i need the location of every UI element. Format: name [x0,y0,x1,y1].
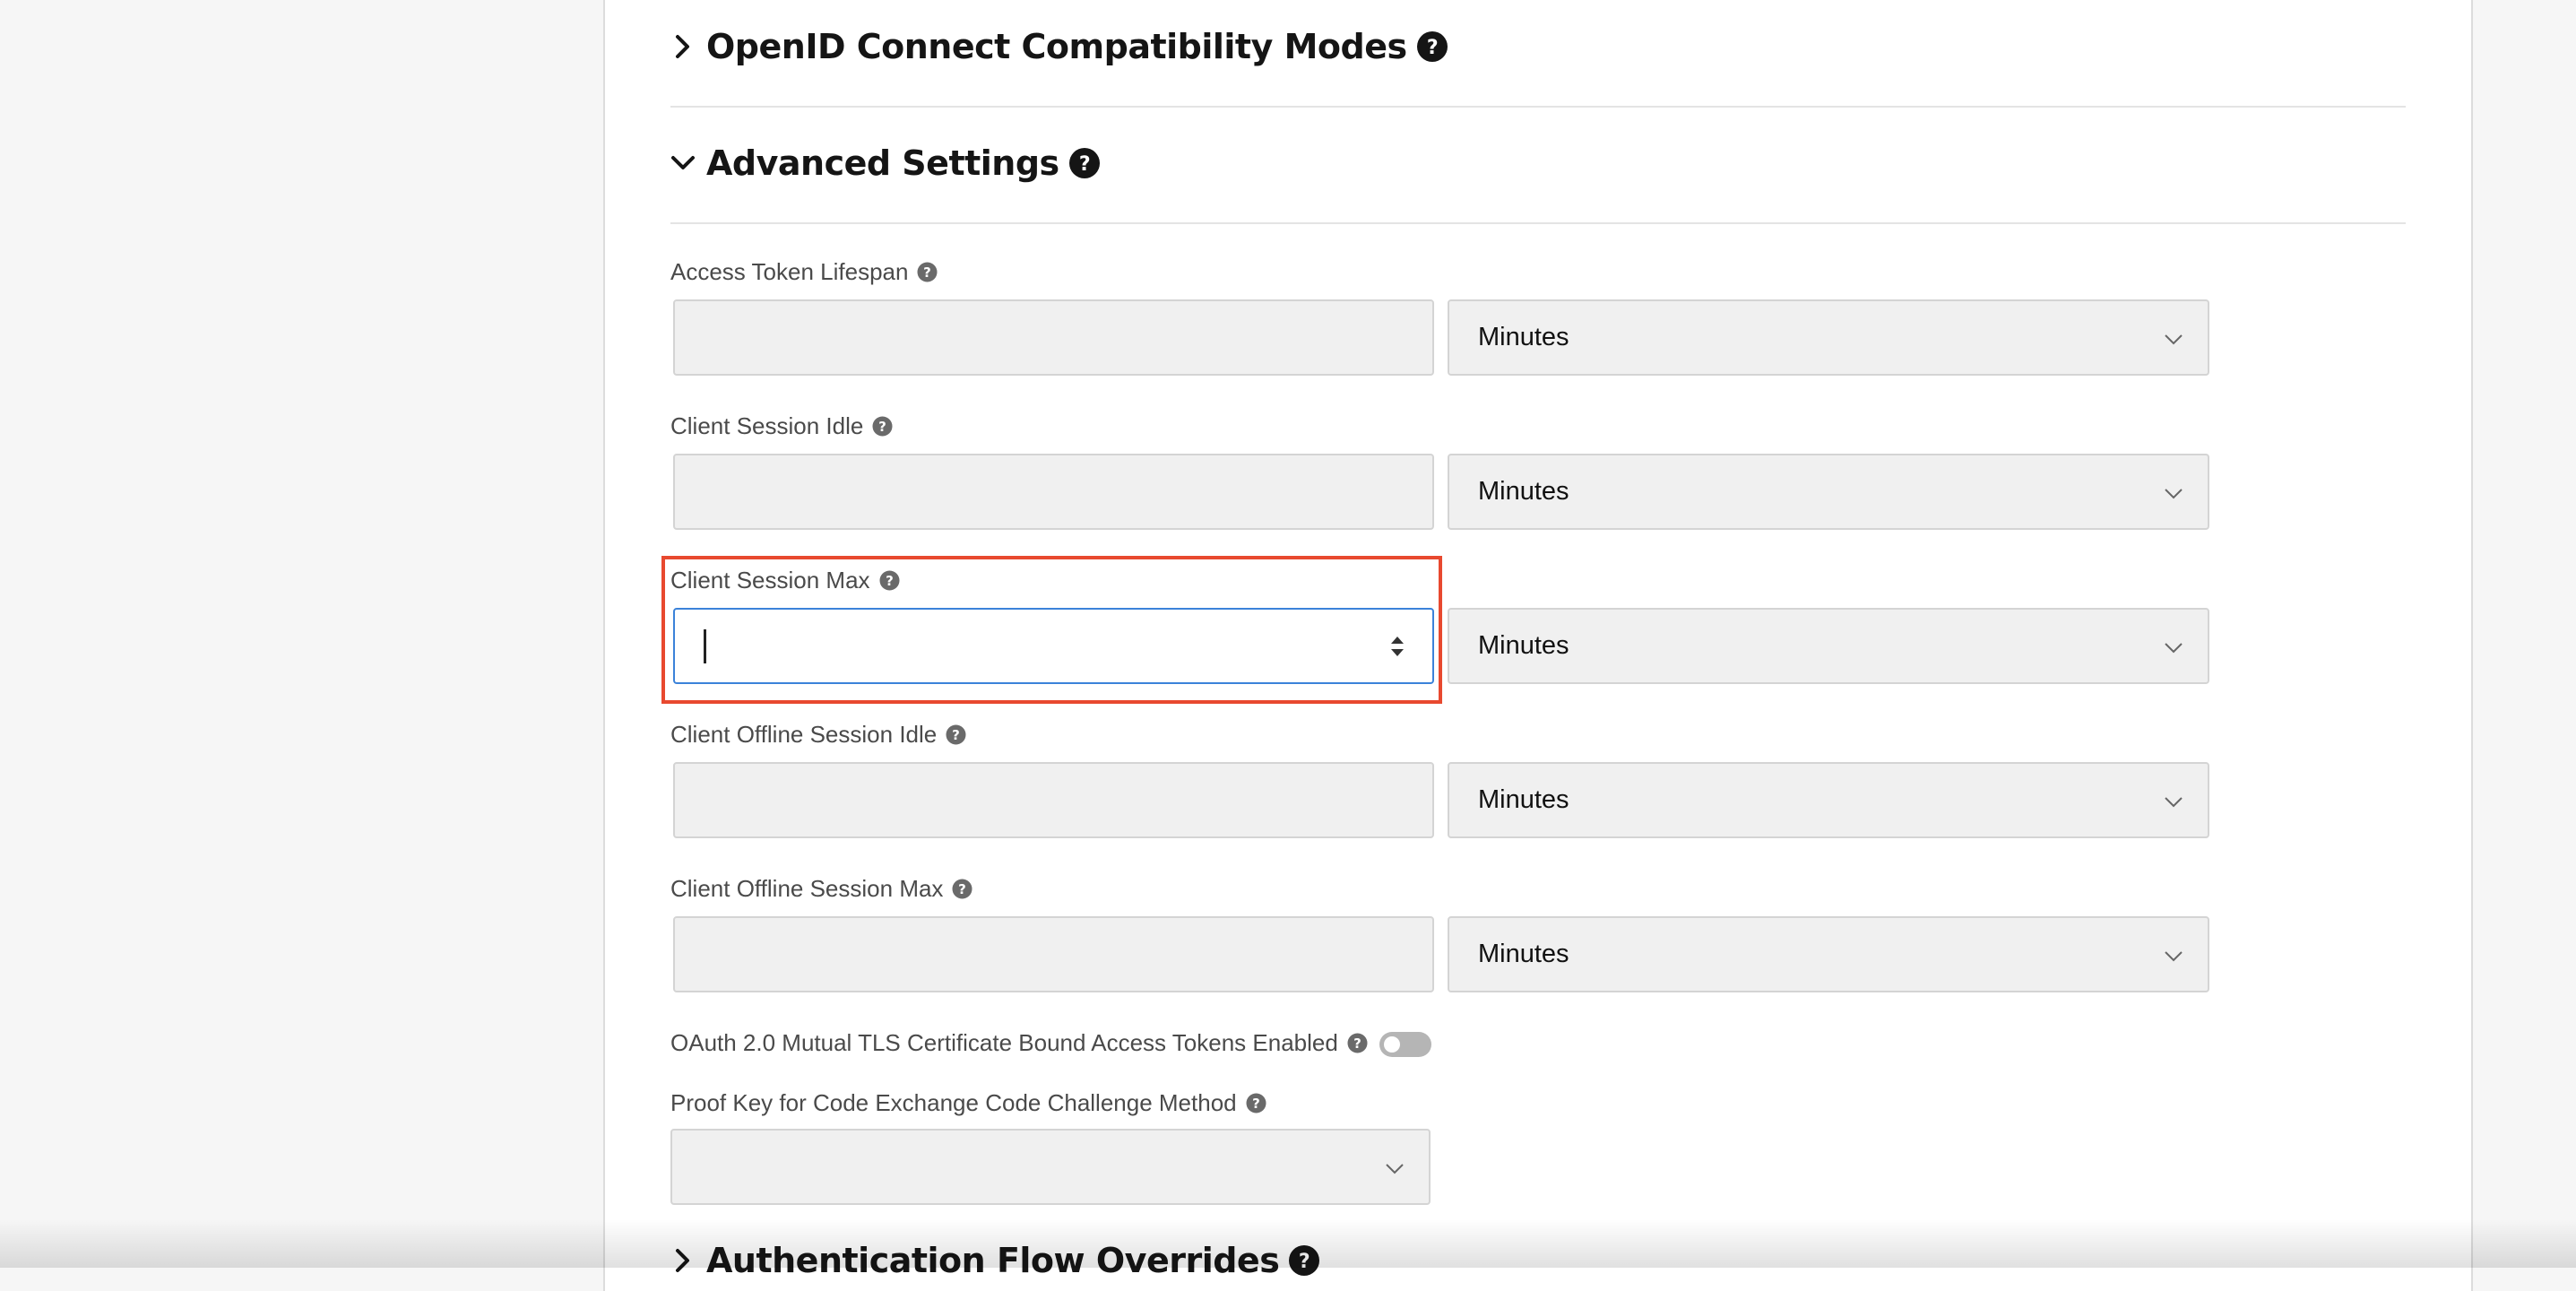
field-label-text: Access Token Lifespan [670,258,909,285]
svg-text:?: ? [1252,1096,1260,1112]
client-offline-session-max-input[interactable] [673,916,1434,992]
question-circle-icon[interactable]: ? [917,262,938,282]
client-offline-session-idle-label: Client Offline Session Idle ? [670,721,966,749]
number-spinner-icon[interactable] [1387,629,1407,663]
text-cursor [704,629,706,663]
svg-text:?: ? [959,881,967,897]
client-offline-session-idle-input[interactable] [673,762,1434,838]
select-value: Minutes [1478,631,1569,660]
client-session-idle-unit-select[interactable]: Minutes [1448,454,2209,530]
section-advanced-header[interactable]: Advanced Settings ? [669,143,1101,183]
svg-text:?: ? [1079,153,1090,176]
client-session-max-input[interactable] [673,608,1434,684]
question-circle-icon[interactable]: ? [946,724,966,745]
chevron-right-icon [669,1246,697,1275]
chevron-down-icon [2163,637,2184,658]
select-value: Minutes [1478,477,1569,506]
section-divider [670,106,2406,108]
chevron-down-icon [2163,791,2184,812]
question-circle-icon[interactable]: ? [1288,1244,1320,1277]
svg-text:?: ? [1299,1251,1310,1273]
question-circle-icon[interactable]: ? [1416,30,1448,63]
client-session-idle-label: Client Session Idle ? [670,412,893,440]
select-value: Minutes [1478,785,1569,814]
svg-text:?: ? [1426,37,1437,59]
question-circle-icon[interactable]: ? [1068,147,1101,179]
access-token-lifespan-unit-select[interactable]: Minutes [1448,299,2209,376]
chevron-down-icon [1384,1157,1405,1179]
field-label-text: Client Offline Session Idle [670,721,938,748]
chevron-down-icon [669,149,697,178]
chevron-right-icon [669,32,697,61]
mtls-toggle[interactable] [1379,1032,1431,1057]
field-label-text: Client Session Idle [670,412,864,439]
section-openid-compat-header[interactable]: OpenID Connect Compatibility Modes ? [669,27,1448,66]
question-circle-icon[interactable]: ? [1246,1093,1266,1113]
chevron-down-icon [2163,482,2184,504]
select-value: Minutes [1478,323,1569,351]
section-title: OpenID Connect Compatibility Modes [706,27,1407,66]
svg-text:?: ? [924,264,932,281]
svg-text:?: ? [952,727,960,743]
select-value: Minutes [1478,940,1569,968]
client-offline-session-max-unit-select[interactable]: Minutes [1448,916,2209,992]
client-session-max-label: Client Session Max ? [670,567,900,594]
pkce-label: Proof Key for Code Exchange Code Challen… [670,1089,1266,1117]
svg-text:?: ? [878,419,886,435]
chevron-down-icon [2163,328,2184,350]
mtls-label: OAuth 2.0 Mutual TLS Certificate Bound A… [670,1029,1368,1057]
question-circle-icon[interactable]: ? [1347,1033,1368,1053]
question-circle-icon[interactable]: ? [872,416,893,437]
access-token-lifespan-label: Access Token Lifespan ? [670,258,938,286]
field-label-text: Proof Key for Code Exchange Code Challen… [670,1089,1237,1116]
section-title: Authentication Flow Overrides [706,1241,1280,1280]
section-title: Advanced Settings [706,143,1059,183]
svg-text:?: ? [886,573,894,589]
section-divider [670,222,2406,224]
chevron-down-icon [2163,945,2184,966]
client-session-idle-input[interactable] [673,454,1434,530]
question-circle-icon[interactable]: ? [952,879,972,899]
client-offline-session-max-label: Client Offline Session Max ? [670,875,972,903]
question-circle-icon[interactable]: ? [879,570,900,591]
client-offline-session-idle-unit-select[interactable]: Minutes [1448,762,2209,838]
field-label-text: Client Offline Session Max [670,875,944,902]
svg-text:?: ? [1353,1035,1361,1052]
toggle-knob [1384,1036,1400,1053]
field-label-text: OAuth 2.0 Mutual TLS Certificate Bound A… [670,1029,1338,1056]
pkce-method-select[interactable] [670,1129,1431,1205]
section-auth-flow-overrides-header[interactable]: Authentication Flow Overrides ? [669,1241,1320,1280]
access-token-lifespan-input[interactable] [673,299,1434,376]
field-label-text: Client Session Max [670,567,870,594]
client-session-max-unit-select[interactable]: Minutes [1448,608,2209,684]
